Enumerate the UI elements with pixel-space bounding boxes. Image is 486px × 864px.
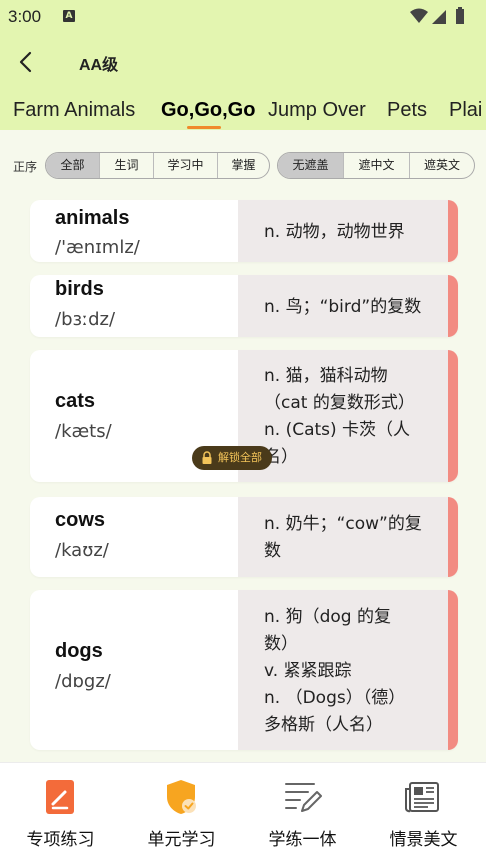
word-card[interactable]: animals /'ænɪmlz/ n. 动物，动物世界 bbox=[30, 200, 458, 262]
nav-item-special-practice[interactable]: 专项练习 bbox=[0, 763, 121, 864]
bottom-navigation: 专项练习 单元学习 学练一体 情景美文 bbox=[0, 762, 486, 864]
notification-icon: A bbox=[63, 10, 75, 22]
tab-go-go-go[interactable]: Go,Go,Go bbox=[161, 99, 255, 122]
word-phonetic: /kaʊz/ bbox=[55, 540, 109, 561]
word-text: dogs bbox=[55, 640, 103, 662]
shield-check-icon bbox=[167, 780, 196, 814]
unit-tabs: Farm Animals Go,Go,Go Jump Over Pets Pla… bbox=[0, 90, 486, 130]
word-list: animals /'ænɪmlz/ n. 动物，动物世界 birds /bɜːd… bbox=[0, 196, 486, 762]
word-card[interactable]: dogs /dɒgz/ n. 狗（dog 的复 数） v. 紧紧跟踪 n. （D… bbox=[30, 590, 458, 750]
nav-label: 学练一体 bbox=[268, 830, 337, 850]
scope-all[interactable]: 全部 bbox=[46, 153, 100, 178]
nav-item-scenario-reading[interactable]: 情景美文 bbox=[363, 763, 484, 864]
word-phonetic: /bɜːdz/ bbox=[55, 309, 116, 330]
tab-pets[interactable]: Pets bbox=[387, 99, 427, 122]
mask-segmented-control: 无遮盖 遮中文 遮英文 bbox=[277, 152, 475, 179]
mask-chinese[interactable]: 遮中文 bbox=[344, 153, 410, 178]
page-title: AA级 bbox=[79, 57, 119, 74]
unlock-all-button[interactable]: 解锁全部 bbox=[192, 446, 272, 470]
word-meaning: n. 鸟；“bird”的复数 bbox=[238, 275, 450, 337]
scope-mastered[interactable]: 掌握 bbox=[218, 153, 269, 178]
word-text: birds bbox=[55, 278, 104, 300]
edit-lines-icon bbox=[285, 783, 322, 812]
word-meaning: n. 奶牛；“cow”的复 数 bbox=[238, 497, 450, 577]
word-phonetic: /'ænɪmlz/ bbox=[55, 237, 140, 258]
status-stripe bbox=[448, 350, 458, 482]
status-stripe bbox=[448, 200, 458, 262]
word-text: cows bbox=[55, 509, 106, 531]
scope-new-words[interactable]: 生词 bbox=[100, 153, 154, 178]
status-stripe bbox=[448, 497, 458, 577]
word-phonetic: /dɒgz/ bbox=[55, 671, 111, 692]
system-status-icons bbox=[410, 7, 464, 24]
tab-farm-animals[interactable]: Farm Animals bbox=[13, 99, 135, 122]
filter-bar: 正序 全部 生词 学习中 掌握 无遮盖 遮中文 遮英文 bbox=[0, 130, 486, 196]
active-tab-indicator bbox=[187, 126, 221, 129]
app-bar: AA级 bbox=[0, 34, 486, 90]
pen-document-icon bbox=[46, 780, 74, 814]
nav-item-unit-study[interactable]: 单元学习 bbox=[121, 763, 242, 864]
word-phonetic: /kæts/ bbox=[55, 421, 112, 442]
nav-item-learn-practice[interactable]: 学练一体 bbox=[242, 763, 363, 864]
word-text: animals bbox=[55, 207, 130, 229]
status-time: 3:00 bbox=[8, 7, 42, 26]
word-meaning: n. 狗（dog 的复 数） v. 紧紧跟踪 n. （Dogs）（德） 多格斯（… bbox=[238, 590, 450, 750]
scope-learning[interactable]: 学习中 bbox=[154, 153, 218, 178]
tab-plai[interactable]: Plai bbox=[449, 99, 482, 122]
scope-segmented-control: 全部 生词 学习中 掌握 bbox=[45, 152, 270, 179]
chevron-left-icon[interactable] bbox=[12, 48, 40, 76]
newspaper-icon bbox=[405, 782, 439, 813]
status-stripe bbox=[448, 275, 458, 337]
lock-icon bbox=[202, 451, 212, 464]
word-card[interactable]: cows /kaʊz/ n. 奶牛；“cow”的复 数 bbox=[30, 497, 458, 577]
nav-label: 情景美文 bbox=[389, 830, 458, 850]
word-meaning: n. 动物，动物世界 bbox=[238, 200, 450, 262]
order-toggle[interactable]: 正序 bbox=[13, 158, 37, 175]
word-card[interactable]: birds /bɜːdz/ n. 鸟；“bird”的复数 bbox=[30, 275, 458, 337]
nav-label: 专项练习 bbox=[26, 830, 95, 850]
mask-none[interactable]: 无遮盖 bbox=[278, 153, 344, 178]
tab-jump-over[interactable]: Jump Over bbox=[268, 99, 366, 122]
word-text: cats bbox=[55, 390, 96, 412]
mask-english[interactable]: 遮英文 bbox=[410, 153, 474, 178]
status-bar: 3:00 A bbox=[0, 0, 486, 34]
nav-label: 单元学习 bbox=[147, 830, 216, 850]
unlock-label: 解锁全部 bbox=[218, 451, 262, 464]
status-stripe bbox=[448, 590, 458, 750]
